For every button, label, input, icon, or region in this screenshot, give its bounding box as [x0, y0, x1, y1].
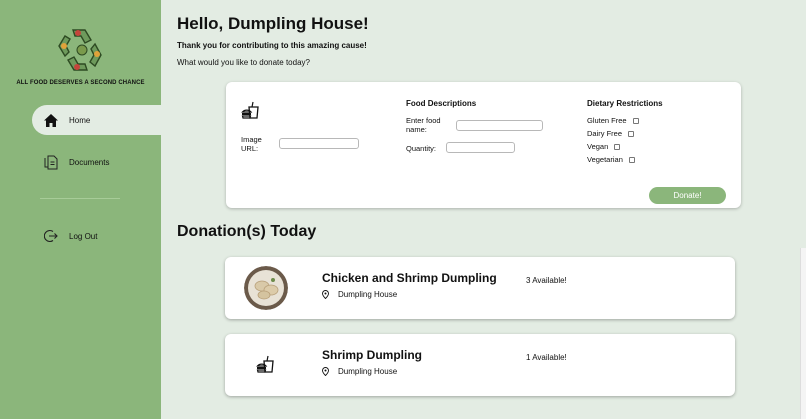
dietary-option-dairy-free[interactable]: Dairy Free — [587, 129, 635, 138]
sidebar-item-label: Documents — [69, 157, 110, 167]
home-icon — [43, 112, 59, 128]
availability-text: 1 Available! — [526, 353, 567, 362]
main-content: Hello, Dumpling House! Thank you for con… — [161, 0, 806, 419]
donate-button[interactable]: Donate! — [649, 187, 726, 204]
donation-card[interactable]: Shrimp Dumpling Dumpling House 1 Availab… — [225, 334, 735, 396]
food-icon — [241, 101, 259, 119]
sidebar-divider — [40, 198, 120, 199]
recycle-food-logo — [58, 29, 102, 71]
dairy-free-checkbox[interactable] — [628, 130, 635, 137]
dumpling-photo — [244, 266, 288, 310]
page-title: Hello, Dumpling House! — [177, 14, 369, 33]
checkbox-label: Vegan — [587, 142, 609, 151]
tagline: ALL FOOD DESERVES A SECOND CHANCE — [16, 80, 145, 86]
vegan-checkbox[interactable] — [614, 143, 621, 150]
food-name-label: Enter food name: — [406, 116, 441, 134]
donation-location: Dumpling House — [322, 290, 397, 299]
checkbox-label: Gluten Free — [587, 116, 627, 125]
food-name-input[interactable] — [456, 120, 543, 131]
availability-text: 3 Available! — [526, 276, 567, 285]
gluten-free-checkbox[interactable] — [632, 117, 639, 124]
image-url-label: Image URL: — [241, 135, 262, 153]
dietary-option-vegan[interactable]: Vegan — [587, 142, 621, 151]
quantity-label: Quantity: — [406, 144, 437, 153]
thanks-text: Thank you for contributing to this amazi… — [177, 41, 367, 50]
donations-section-title: Donation(s) Today — [177, 223, 317, 240]
location-pin-icon — [322, 290, 329, 299]
question-text: What would you like to donate today? — [177, 58, 310, 67]
sidebar: ALL FOOD DESERVES A SECOND CHANCE Home D… — [0, 0, 161, 419]
donation-name: Chicken and Shrimp Dumpling — [322, 271, 497, 285]
dietary-option-vegetarian[interactable]: Vegetarian — [587, 155, 635, 164]
image-url-input[interactable] — [279, 138, 359, 149]
sidebar-item-label: Log Out — [69, 231, 98, 241]
location-text: Dumpling House — [338, 290, 398, 299]
checkbox-label: Vegetarian — [587, 155, 623, 164]
donation-form-card: Image URL: Food Descriptions Enter food … — [226, 82, 741, 208]
dietary-option-gluten-free[interactable]: Gluten Free — [587, 116, 639, 125]
checkbox-label: Dairy Free — [587, 129, 623, 138]
sidebar-item-label: Home — [69, 115, 91, 125]
quantity-input[interactable] — [446, 142, 515, 153]
location-text: Dumpling House — [338, 367, 398, 376]
food-placeholder-icon — [256, 355, 274, 373]
location-pin-icon — [322, 367, 329, 376]
documents-icon — [43, 154, 59, 170]
vegetarian-checkbox[interactable] — [628, 156, 635, 163]
sidebar-item-documents[interactable]: Documents — [32, 147, 109, 177]
donation-card[interactable]: Chicken and Shrimp Dumpling Dumpling Hou… — [225, 257, 735, 319]
scrollbar[interactable] — [800, 248, 806, 419]
donation-name: Shrimp Dumpling — [322, 348, 422, 362]
logout-icon — [43, 228, 59, 244]
sidebar-item-home[interactable]: Home — [32, 105, 161, 135]
dietary-restrictions-heading: Dietary Restrictions — [587, 99, 663, 108]
donation-location: Dumpling House — [322, 367, 397, 376]
food-descriptions-heading: Food Descriptions — [406, 99, 477, 108]
sidebar-item-logout[interactable]: Log Out — [32, 221, 97, 251]
